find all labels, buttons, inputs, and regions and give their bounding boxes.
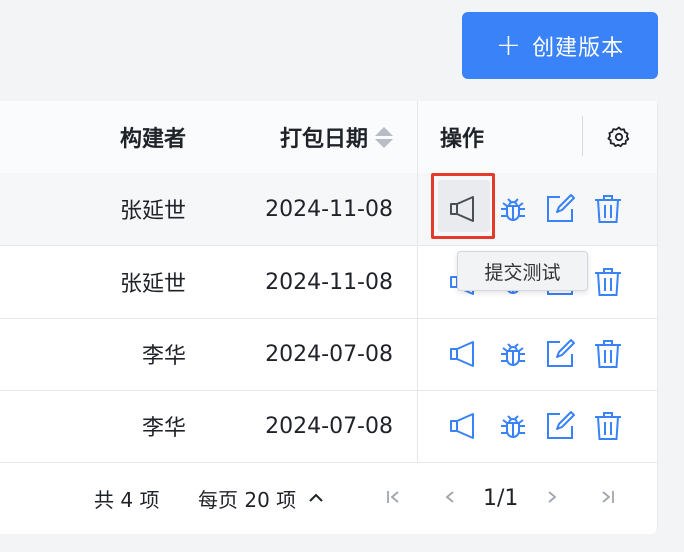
trash-icon[interactable] — [590, 318, 626, 390]
bug-icon[interactable] — [495, 318, 531, 390]
edit-icon[interactable] — [542, 318, 578, 390]
prev-page-icon[interactable] — [443, 486, 457, 510]
table-header: 构建者 打包日期 操作 — [0, 101, 657, 174]
column-header-date-label: 打包日期 — [279, 127, 368, 152]
trash-icon[interactable] — [590, 173, 626, 245]
builder-cell: 张延世 — [119, 272, 186, 297]
plus-icon: + — [495, 27, 523, 63]
chevron-up-icon — [309, 493, 323, 502]
page-size-select[interactable]: 每页 20 项 — [198, 484, 324, 513]
settings-gear-icon[interactable] — [607, 125, 631, 153]
next-page-icon[interactable] — [545, 486, 559, 510]
trash-icon[interactable] — [590, 390, 626, 462]
edit-icon[interactable] — [542, 390, 578, 462]
page-indicator: 1/1 — [483, 485, 519, 511]
date-cell: 2024-07-08 — [265, 341, 393, 367]
trash-icon[interactable] — [590, 246, 626, 318]
column-divider — [582, 116, 583, 156]
megaphone-icon[interactable] — [446, 390, 482, 462]
column-header-date[interactable]: 打包日期 — [236, 101, 393, 173]
tooltip: 提交测试 — [457, 251, 588, 291]
builder-cell: 李华 — [141, 416, 186, 441]
first-page-icon[interactable] — [385, 486, 403, 510]
pagination: 共 4 项 每页 20 项 1/1 — [0, 462, 657, 534]
bug-icon[interactable] — [495, 173, 531, 245]
column-header-builder: 构建者 — [119, 127, 186, 152]
last-page-icon[interactable] — [598, 486, 616, 510]
bug-icon[interactable] — [495, 390, 531, 462]
highlight-box — [431, 173, 495, 239]
builder-cell: 张延世 — [119, 199, 186, 224]
date-cell: 2024-11-08 — [265, 269, 393, 295]
edit-icon[interactable] — [542, 173, 578, 245]
date-cell: 2024-07-08 — [265, 413, 393, 439]
sort-icon[interactable] — [375, 126, 393, 148]
date-cell: 2024-11-08 — [265, 196, 393, 222]
megaphone-icon[interactable] — [446, 318, 482, 390]
page-size-label: 每页 20 项 — [198, 487, 297, 512]
create-version-label: 创建版本 — [532, 35, 625, 61]
create-version-button[interactable]: + 创建版本 — [462, 12, 658, 79]
builder-cell: 李华 — [141, 344, 186, 369]
total-count: 共 4 项 — [94, 487, 160, 512]
